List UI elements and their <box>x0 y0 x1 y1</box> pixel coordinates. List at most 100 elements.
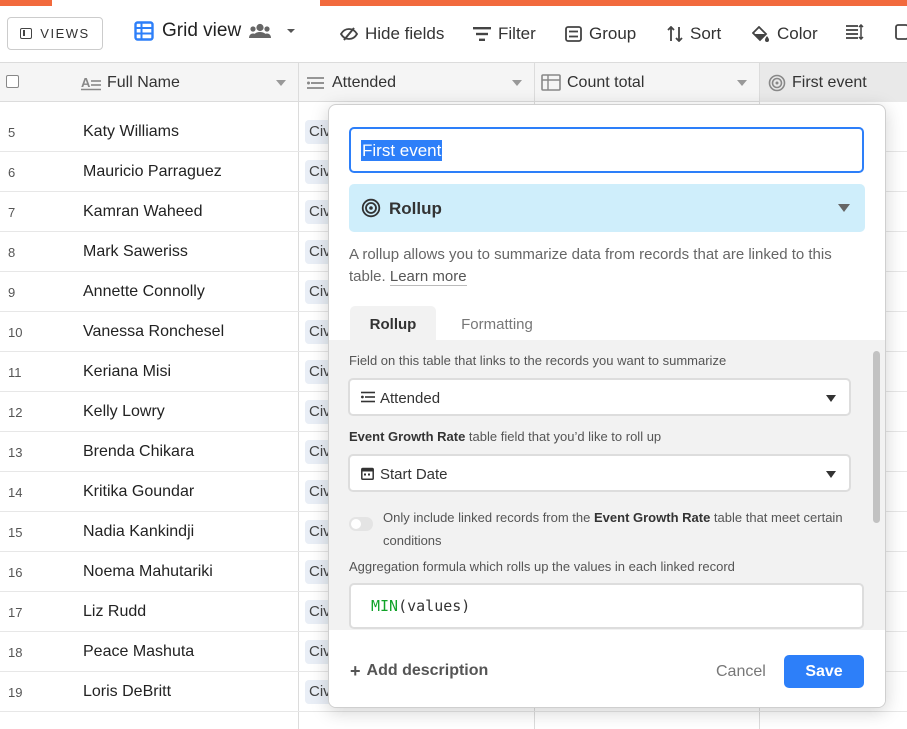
sort-button[interactable]: Sort <box>667 24 721 44</box>
views-label: VIEWS <box>40 26 90 41</box>
column-label: Attended <box>332 73 397 91</box>
config-tabs: Rollup Formatting <box>329 306 885 340</box>
row-number: 14 <box>8 485 23 500</box>
save-button[interactable]: Save <box>784 655 864 688</box>
grid-header: A Full Name Attended Count total First e… <box>0 62 907 102</box>
column-header-attended[interactable]: Attended <box>299 63 535 102</box>
row-number: 13 <box>8 445 23 460</box>
column-label: Full Name <box>107 73 180 91</box>
row-number: 5 <box>8 125 16 140</box>
hide-fields-label: Hide fields <box>365 24 445 43</box>
full-name-cell[interactable]: Kritika Goundar <box>83 483 194 501</box>
filter-label: Filter <box>498 24 536 43</box>
rollup-field-value: Start Date <box>380 466 448 483</box>
long-text-icon: A <box>81 75 101 90</box>
aggregation-formula-input[interactable]: MIN(values) <box>349 583 864 629</box>
full-name-cell[interactable]: Brenda Chikara <box>83 443 194 461</box>
share-icon <box>895 24 907 40</box>
field-type-label: Rollup <box>389 199 442 218</box>
row-number: 16 <box>8 565 23 580</box>
full-name-cell[interactable]: Mark Saweriss <box>83 243 188 261</box>
link-record-icon <box>307 76 324 89</box>
full-name-cell[interactable]: Noema Mahutariki <box>83 563 213 581</box>
learn-more-link[interactable]: Learn more <box>389 268 467 286</box>
column-header-count-total[interactable]: Count total <box>535 63 760 102</box>
rollup-table-name: Event Growth Rate <box>349 429 466 444</box>
grid-icon <box>134 21 154 41</box>
link-record-icon <box>361 391 375 403</box>
hide-fields-button[interactable]: Hide fields <box>340 24 444 44</box>
rollup-field-select[interactable]: Start Date <box>348 454 851 492</box>
column-header-full-name[interactable]: A Full Name <box>75 63 299 102</box>
add-description-label: Add description <box>366 662 489 679</box>
condition-prefix: Only include linked records from the <box>383 510 591 525</box>
calendar-icon <box>361 467 374 480</box>
chevron-down-icon <box>287 29 296 33</box>
link-field-select[interactable]: Attended <box>348 378 851 416</box>
row-number: 19 <box>8 685 23 700</box>
row-number: 11 <box>8 365 22 380</box>
field-name-input[interactable]: First event <box>349 127 864 173</box>
cancel-button[interactable]: Cancel <box>716 663 766 681</box>
full-name-cell[interactable]: Kamran Waheed <box>83 203 202 221</box>
row-height-icon <box>846 24 864 40</box>
collaborators-icon <box>249 23 272 38</box>
row-number: 6 <box>8 165 16 180</box>
full-name-cell[interactable]: Vanessa Ronchesel <box>83 323 224 341</box>
field-type-select[interactable]: Rollup <box>349 184 865 232</box>
full-name-cell[interactable]: Nadia Kankindji <box>83 523 194 541</box>
select-all-checkbox[interactable] <box>6 75 19 88</box>
views-button[interactable]: VIEWS <box>7 17 103 50</box>
full-name-cell[interactable]: Peace Mashuta <box>83 643 194 661</box>
row-number: 9 <box>8 285 16 300</box>
field-name-selected-text: First event <box>361 140 443 161</box>
color-button[interactable]: Color <box>752 24 818 44</box>
sort-icon <box>667 26 683 42</box>
full-name-cell[interactable]: Mauricio Parraguez <box>83 163 222 181</box>
condition-table-name: Event Growth Rate <box>594 510 711 525</box>
condition-toggle[interactable] <box>349 517 373 531</box>
chevron-down-icon <box>826 395 836 402</box>
column-menu-caret[interactable] <box>737 80 747 86</box>
add-description-button[interactable]: + Add description <box>350 662 488 680</box>
paint-bucket-icon <box>752 25 769 42</box>
rollup-field-label: Event Growth Rate table field that you’d… <box>349 429 661 444</box>
rollup-icon <box>361 198 381 218</box>
formula-function: MIN <box>371 597 399 615</box>
share-view-button[interactable] <box>895 24 907 40</box>
column-header-first-event[interactable]: First event <box>760 63 907 102</box>
group-icon <box>565 26 582 42</box>
count-icon <box>541 74 561 91</box>
column-menu-caret[interactable] <box>276 80 286 86</box>
condition-text: Only include linked records from the Eve… <box>383 506 843 552</box>
svg-text:A: A <box>81 75 91 90</box>
full-name-cell[interactable]: Loris DeBritt <box>83 683 171 701</box>
filter-icon <box>473 27 491 41</box>
full-name-cell[interactable]: Annette Connolly <box>83 283 205 301</box>
tab-formatting[interactable]: Formatting <box>448 306 546 340</box>
plus-icon: + <box>350 661 361 681</box>
group-button[interactable]: Group <box>565 24 636 44</box>
row-number: 7 <box>8 205 16 220</box>
filter-button[interactable]: Filter <box>473 24 536 44</box>
column-menu-caret[interactable] <box>512 80 522 86</box>
rollup-icon <box>768 74 786 91</box>
row-number: 17 <box>8 605 23 620</box>
rollup-field-label-suffix: table field that you’d like to roll up <box>468 429 662 444</box>
dialog-footer: + Add description Cancel Save <box>329 630 885 707</box>
color-label: Color <box>777 24 818 43</box>
full-name-cell[interactable]: Kelly Lowry <box>83 403 165 421</box>
full-name-cell[interactable]: Liz Rudd <box>83 603 146 621</box>
config-scrollbar[interactable] <box>873 351 880 523</box>
full-name-cell[interactable]: Katy Williams <box>83 123 179 141</box>
row-number: 10 <box>8 325 23 340</box>
column-label: Count total <box>567 73 645 91</box>
view-switcher[interactable]: Grid view <box>134 20 297 42</box>
view-name: Grid view <box>162 20 242 41</box>
row-number: 15 <box>8 525 23 540</box>
view-toolbar: VIEWS Grid view Hide fields Filter Group… <box>0 6 907 62</box>
row-height-button[interactable] <box>846 24 864 40</box>
select-all-cell <box>0 63 75 102</box>
full-name-cell[interactable]: Keriana Misi <box>83 363 171 381</box>
tab-rollup[interactable]: Rollup <box>350 306 436 340</box>
